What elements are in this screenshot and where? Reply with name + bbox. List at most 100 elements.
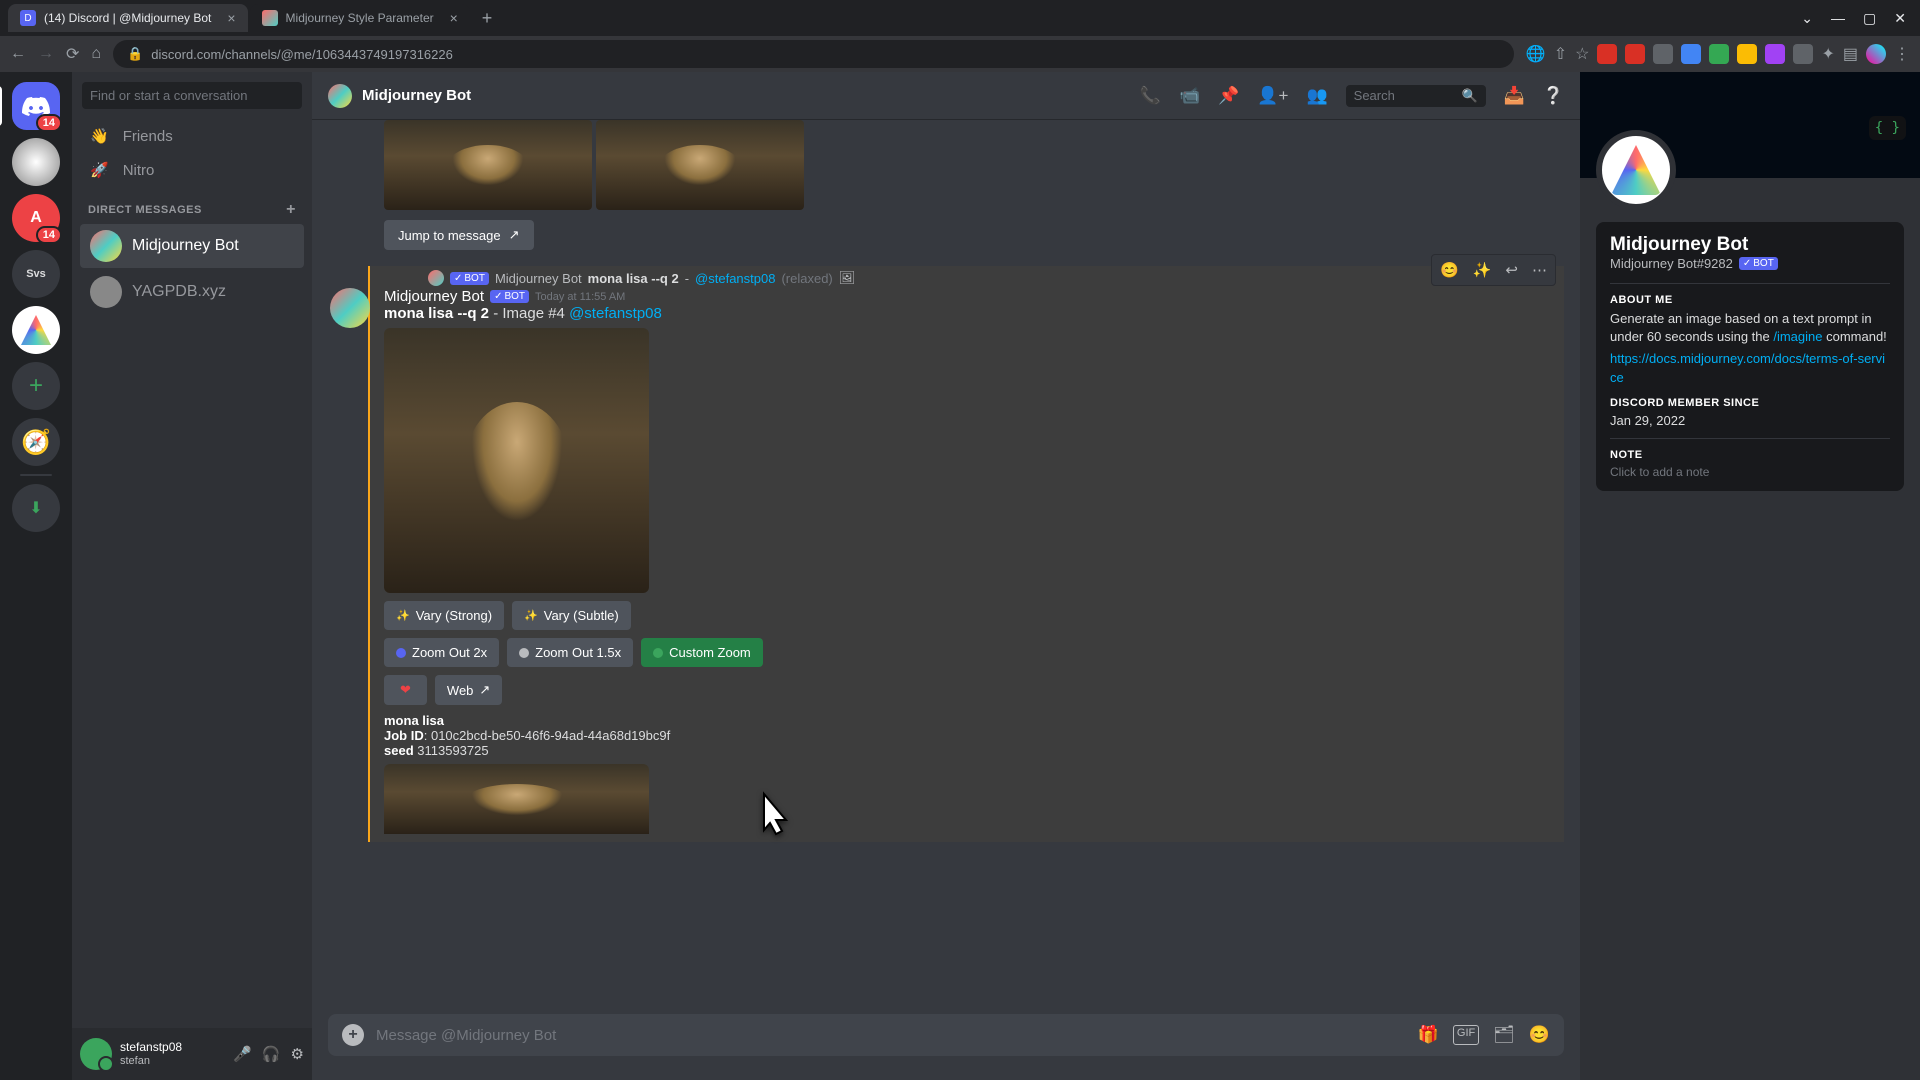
browser-tab-bar: D (14) Discord | @Midjourney Bot × Midjo… [0,0,1920,36]
add-reaction-icon[interactable]: 😊 [1434,257,1465,283]
gift-icon[interactable]: 🎁 [1418,1025,1439,1045]
video-call-icon[interactable]: 📹 [1179,86,1200,106]
close-window-icon[interactable]: ✕ [1894,10,1906,27]
chat-search-input[interactable]: Search 🔍 [1346,85,1486,107]
inbox-icon[interactable]: 📥 [1504,86,1525,106]
dm-search-input[interactable]: Find or start a conversation [82,82,302,109]
message-input[interactable]: Message @Midjourney Bot [376,1027,1406,1044]
tab-overflow-icon[interactable]: ⌄ [1801,10,1813,27]
note-input[interactable]: Click to add a note [1610,465,1890,479]
attach-button[interactable]: + [342,1024,364,1046]
generated-image[interactable] [384,328,649,593]
generated-image-partial[interactable] [384,764,649,834]
browser-tab-active[interactable]: D (14) Discord | @Midjourney Bot × [8,4,248,32]
reply-icon[interactable]: ↩ [1499,257,1524,283]
job-meta: mona lisa Job ID: 010c2bcd-be50-46f6-94a… [384,713,763,758]
vary-strong-button[interactable]: Vary (Strong) [384,601,504,630]
help-icon[interactable]: ❔ [1543,86,1564,106]
message-mention[interactable]: @stefanstp08 [569,305,662,322]
server-button[interactable] [12,138,60,186]
nitro-label: Nitro [123,162,155,179]
chat-title: Midjourney Bot [362,87,471,104]
settings-gear-icon[interactable]: ⚙ [291,1045,304,1063]
create-dm-button[interactable]: + [286,201,296,219]
minimize-window-icon[interactable]: — [1831,10,1845,27]
gif-picker-icon[interactable]: GIF [1453,1025,1479,1045]
home-button-icon[interactable]: ⌂ [91,45,101,63]
reply-reference[interactable]: ✓BOT Midjourney Bot mona lisa --q 2 - @s… [384,270,1564,286]
forward-button-icon[interactable]: → [38,45,54,63]
maximize-window-icon[interactable]: ▢ [1863,10,1876,27]
zoom-out-1-5x-button[interactable]: Zoom Out 1.5x [507,638,633,667]
zoom-out-2x-button[interactable]: Zoom Out 2x [384,638,499,667]
more-actions-icon[interactable]: ⋯ [1526,257,1553,283]
extension-icon[interactable] [1765,44,1785,64]
jump-to-message-button[interactable]: Jump to message ↗ [384,220,534,250]
dm-item-label: Midjourney Bot [132,237,239,255]
deafen-icon[interactable]: 🎧 [262,1045,281,1063]
chrome-menu-icon[interactable]: ⋮ [1894,44,1910,64]
profile-badge[interactable]: { } [1869,116,1906,140]
extension-icon[interactable] [1737,44,1757,64]
generated-image-thumb[interactable] [384,120,592,210]
extension-icon[interactable] [1681,44,1701,64]
close-tab-icon[interactable]: × [227,10,235,26]
mute-mic-icon[interactable]: 🎤 [233,1045,252,1063]
messages-scroll[interactable]: Jump to message ↗ 😊 ✨ ↩ ⋯ ✓BOT Midjourne… [312,120,1580,1014]
jump-label: Jump to message [398,228,501,243]
prompt-text: mona lisa --q 2 [384,305,489,322]
server-button[interactable]: A14 [12,194,60,242]
dm-item-yagpdb[interactable]: YAGPDB.xyz [80,270,304,314]
profile-avatar-icon[interactable] [1866,44,1886,64]
tos-link[interactable]: https://docs.midjourney.com/docs/terms-o… [1610,350,1890,386]
nitro-nav-item[interactable]: 🚀 Nitro [80,153,304,187]
back-button-icon[interactable]: ← [10,45,26,63]
add-friends-icon[interactable]: 👤+ [1257,86,1288,106]
user-profile-icon[interactable]: 👥 [1306,86,1327,106]
emoji-picker-icon[interactable]: 😊 [1529,1025,1550,1045]
web-button[interactable]: Web↗ [435,675,502,705]
friends-nav-item[interactable]: 👋 Friends [80,119,304,153]
friends-icon: 👋 [90,127,109,145]
extension-icon[interactable] [1625,44,1645,64]
extensions-menu-icon[interactable]: ✦ [1821,44,1834,64]
midjourney-favicon [262,10,278,26]
pinned-messages-icon[interactable]: 📌 [1218,86,1239,106]
message-avatar[interactable] [330,288,370,328]
discord-favicon: D [20,10,36,26]
discord-logo-icon [22,96,50,116]
translate-icon[interactable]: 🌐 [1526,44,1546,64]
add-server-button[interactable]: + [12,362,60,410]
explore-servers-button[interactable]: 🧭 [12,418,60,466]
bookmark-star-icon[interactable]: ☆ [1575,44,1589,64]
generated-image-thumb[interactable] [596,120,804,210]
dm-home-button[interactable]: 14 [12,82,60,130]
reply-mention[interactable]: @stefanstp08 [695,271,775,286]
search-placeholder: Search [1354,88,1395,103]
extension-icon[interactable] [1793,44,1813,64]
reload-button-icon[interactable]: ⟳ [66,44,79,64]
vary-subtle-button[interactable]: Vary (Subtle) [512,601,631,630]
profile-avatar[interactable] [1596,130,1676,210]
download-apps-button[interactable]: ⬇ [12,484,60,532]
dm-item-midjourney[interactable]: Midjourney Bot [80,224,304,268]
user-avatar[interactable] [80,1038,112,1070]
share-icon[interactable]: ⇧ [1554,44,1567,64]
voice-call-icon[interactable]: 📞 [1140,86,1161,106]
super-reaction-icon[interactable]: ✨ [1467,257,1498,283]
extension-icon[interactable] [1653,44,1673,64]
extension-icon[interactable] [1709,44,1729,64]
extension-icon[interactable] [1597,44,1617,64]
sticker-picker-icon[interactable]: 🗂 [1493,1025,1515,1045]
server-button[interactable]: Svs [12,250,60,298]
browser-tab-inactive[interactable]: Midjourney Style Parameter × [250,4,470,32]
close-tab-icon[interactable]: × [450,10,458,26]
slash-command: /imagine [1773,329,1822,344]
sidepanel-icon[interactable]: ▤ [1843,44,1858,64]
new-tab-button[interactable]: + [472,8,503,29]
custom-zoom-button[interactable]: Custom Zoom [641,638,763,667]
message-author[interactable]: Midjourney Bot [384,288,484,305]
server-button[interactable] [12,306,60,354]
favorite-button[interactable]: ❤ [384,675,427,705]
address-bar[interactable]: 🔒 discord.com/channels/@me/1063443749197… [113,40,1514,68]
